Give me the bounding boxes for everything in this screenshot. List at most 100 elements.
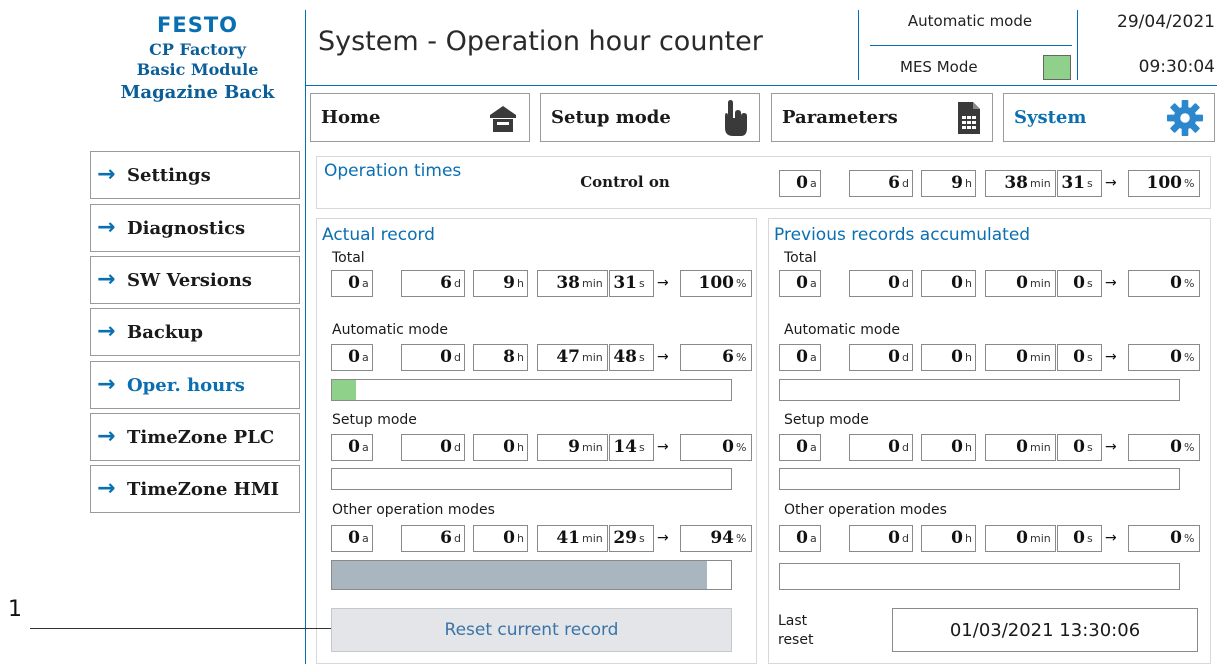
time-value-min: 38 [1004, 173, 1028, 193]
sidebar-item-timezone-plc[interactable]: → TimeZone PLC [90, 413, 300, 461]
time-value-min: 0 [1016, 528, 1028, 548]
time-box-pct: 6% [680, 344, 752, 371]
time-value-min: 9 [568, 437, 580, 457]
arrow-right-icon: → [97, 162, 116, 187]
unit-label-pct: % [736, 351, 747, 364]
time-value-h: 0 [951, 273, 963, 293]
unit-label-h: h [965, 441, 972, 454]
arrow-right-icon: → [657, 275, 669, 291]
time-value-min: 47 [556, 347, 580, 367]
time-value-pct: 0 [1170, 273, 1182, 293]
time-value-h: 0 [951, 528, 963, 548]
time-value-h: 0 [503, 437, 515, 457]
time-box-a: 0a [331, 525, 373, 552]
automatic-mode-label: Automatic mode [907, 12, 1033, 30]
unit-label-h: h [517, 441, 524, 454]
unit-label-d: d [454, 441, 461, 454]
sidebar-item-timezone-hmi[interactable]: → TimeZone HMI [90, 465, 300, 513]
time-value-a: 0 [796, 437, 808, 457]
time-value-min: 41 [556, 528, 580, 548]
time-value-pct: 0 [1170, 347, 1182, 367]
time-box-d: 6d [401, 270, 465, 297]
time-value-h: 0 [951, 437, 963, 457]
time-box-h: 9h [473, 270, 528, 297]
time-box-a: 0a [779, 270, 821, 297]
nav-home-button[interactable]: Home [310, 93, 530, 142]
hand-pointer-icon [725, 99, 747, 136]
time-value-d: 0 [888, 273, 900, 293]
unit-label-s: s [1087, 441, 1093, 454]
time-box-pct: 0% [1128, 270, 1200, 297]
divider [858, 10, 859, 80]
sidebar-item-label: Diagnostics [127, 217, 246, 239]
previous-records-title: Previous records accumulated [774, 225, 1031, 245]
time-box-pct: 94% [680, 525, 752, 552]
arrow-right-icon: → [1105, 175, 1117, 191]
progress-bar-fill [332, 380, 356, 400]
time-value-h: 9 [503, 273, 515, 293]
unit-label-pct: % [1184, 351, 1195, 364]
unit-label-s: s [639, 277, 645, 290]
unit-label-min: min [1030, 441, 1051, 454]
unit-label-s: s [1087, 351, 1093, 364]
sidebar-item-label: SW Versions [127, 269, 252, 291]
sidebar-item-oper-hours[interactable]: → Oper. hours [90, 361, 300, 409]
time-row: 0 a 0 d 0 h 0 min 0 s 0% → [779, 270, 1204, 297]
sidebar-item-label: TimeZone HMI [127, 478, 280, 500]
total-label: Total [784, 250, 817, 266]
unit-label-min: min [582, 351, 603, 364]
time-box-a: 0a [779, 344, 821, 371]
time-value-s: 14 [613, 437, 637, 457]
unit-label-d: d [902, 277, 909, 290]
time-box-a: 0a [331, 270, 373, 297]
nav-setup-mode-button[interactable]: Setup mode [540, 93, 760, 142]
time-value-d: 6 [440, 273, 452, 293]
time-box-d: 0d [849, 270, 913, 297]
time-box-h: 0h [921, 270, 976, 297]
time-box-min: 38 min [537, 270, 608, 297]
unit-label-a: a [810, 532, 817, 545]
time-box-pct: 100% [1128, 170, 1200, 197]
sidebar-item-backup[interactable]: → Backup [90, 308, 300, 356]
automatic-mode-progress-bar [779, 379, 1180, 401]
unit-label-a: a [810, 177, 817, 190]
time-value-pct: 94 [710, 528, 734, 548]
unit-label-d: d [454, 351, 461, 364]
time-box-a: 0a [331, 344, 373, 371]
festo-logo: FESTO [157, 13, 238, 37]
unit-label-a: a [362, 532, 369, 545]
arrow-right-icon: → [97, 372, 116, 397]
sidebar-item-sw-versions[interactable]: → SW Versions [90, 256, 300, 304]
time-box-h: 9h [921, 170, 976, 197]
unit-label-pct: % [1184, 277, 1195, 290]
arrow-right-icon: → [97, 424, 116, 449]
time-value-s: 31 [1061, 173, 1085, 193]
nav-parameters-button[interactable]: Parameters [771, 93, 993, 142]
time-value-pct: 0 [1170, 437, 1182, 457]
time-box-s: 0s [1057, 434, 1102, 461]
time-box-d: 0d [849, 434, 913, 461]
time-box-min: 0 min [985, 344, 1056, 371]
unit-label-a: a [362, 351, 369, 364]
time-display: 09:30:04 [1138, 57, 1215, 77]
sidebar-item-diagnostics[interactable]: → Diagnostics [90, 204, 300, 252]
sidebar-item-label: TimeZone PLC [127, 426, 275, 448]
time-box-pct: 0% [1128, 344, 1200, 371]
unit-label-pct: % [1184, 532, 1195, 545]
document-table-icon [958, 101, 980, 134]
time-row: 0 a 0 d 0 h 9 min 14 s 0% → [331, 434, 756, 461]
sidebar-item-settings[interactable]: → Settings [90, 151, 300, 199]
total-label: Total [332, 250, 365, 266]
time-value-a: 0 [348, 347, 360, 367]
time-value-d: 0 [888, 347, 900, 367]
reset-current-record-button[interactable]: Reset current record [331, 608, 732, 652]
arrow-right-icon: → [1105, 530, 1117, 546]
unit-label-min: min [582, 532, 603, 545]
nav-system-button[interactable]: System [1003, 93, 1215, 142]
other-modes-progress-bar [331, 560, 732, 590]
sidebar-item-label: Oper. hours [127, 374, 245, 396]
time-value-d: 0 [888, 528, 900, 548]
time-box-s: 48 s [609, 344, 654, 371]
divider [305, 10, 306, 664]
unit-label-min: min [1030, 277, 1051, 290]
